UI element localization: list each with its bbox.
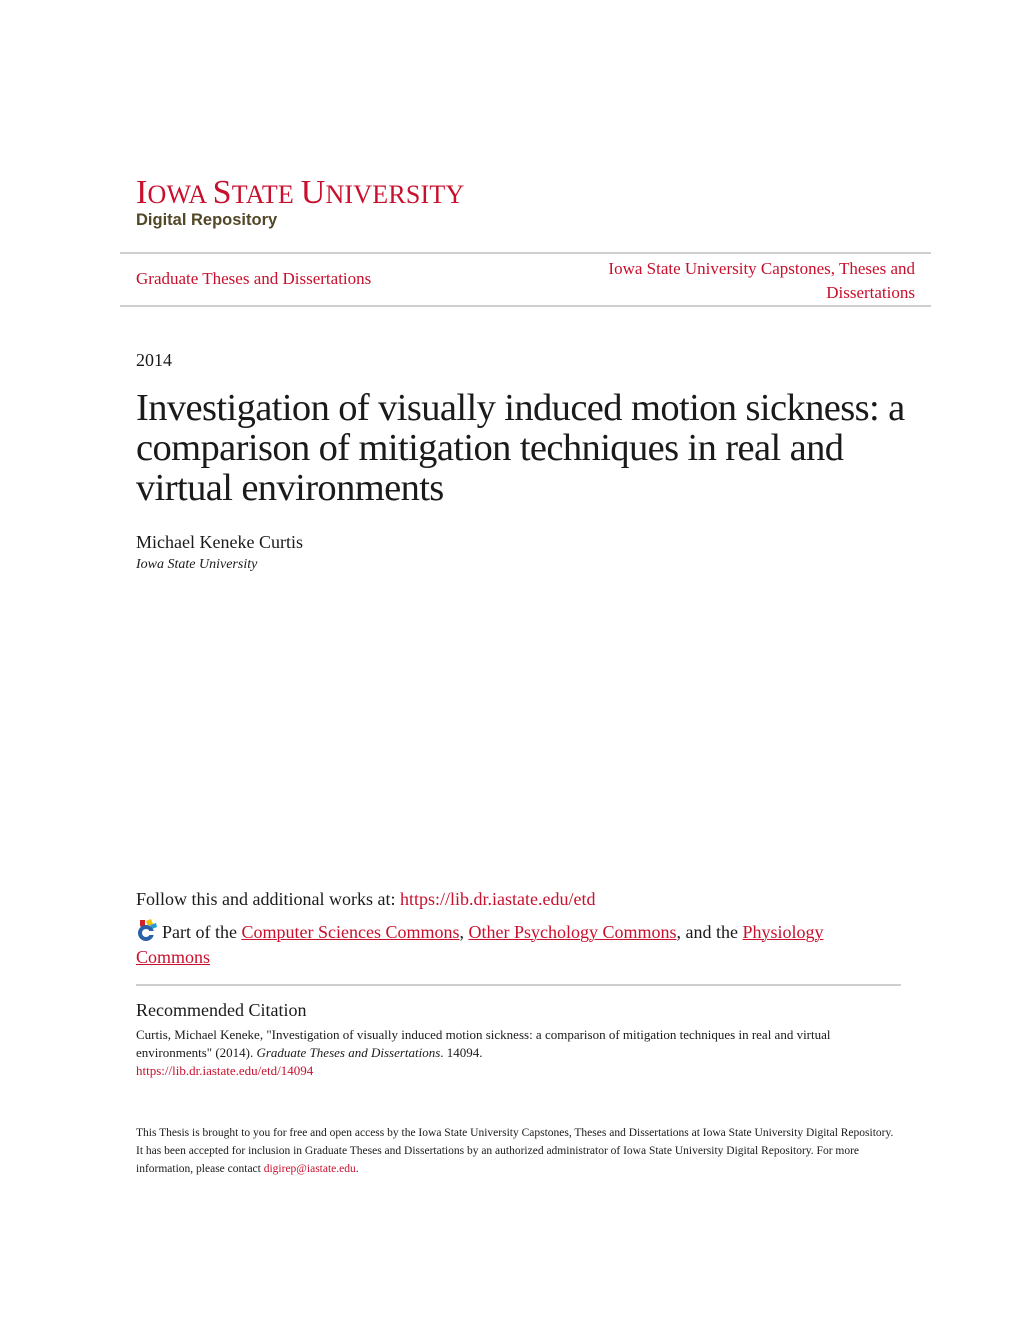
university-logo: IOWA STATE UNIVERSITY	[136, 176, 464, 210]
document-title: Investigation of visually induced motion…	[136, 388, 916, 508]
contact-email-link[interactable]: digirep@iastate.edu	[264, 1163, 356, 1175]
digital-repository-label: Digital Repository	[136, 211, 278, 229]
citation-url-link[interactable]: https://lib.dr.iastate.edu/etd/14094	[136, 1063, 313, 1078]
recommended-citation-heading: Recommended Citation	[136, 1000, 307, 1020]
footer-text-2: .	[355, 1163, 359, 1175]
logo-initial-u: U	[300, 174, 326, 211]
author-affiliation: Iowa State University	[136, 557, 258, 572]
publication-year: 2014	[136, 350, 172, 370]
series-link-capstones[interactable]: Iowa State University Capstones, Theses …	[608, 257, 915, 305]
footer-text-1: This Thesis is brought to you for free a…	[136, 1127, 894, 1175]
computer-sciences-commons-link[interactable]: Computer Sciences Commons	[241, 922, 459, 942]
series-right-line2: Dissertations	[826, 283, 915, 302]
recommended-citation-text: Curtis, Michael Keneke, "Investigation o…	[136, 1026, 896, 1080]
bepress-commons-network-icon	[136, 919, 158, 941]
follow-url-link[interactable]: https://lib.dr.iastate.edu/etd	[400, 889, 595, 909]
part-of-prefix: Part of the	[162, 922, 242, 942]
follow-prefix: Follow this and additional works at:	[136, 889, 400, 909]
title-line-3: virtual environments	[136, 467, 444, 509]
logo-text-niversity: NIVERSITY	[325, 180, 465, 209]
series-link-graduate-theses[interactable]: Graduate Theses and Dissertations	[136, 269, 371, 289]
part-of-line: Part of the Computer Sciences Commons, O…	[136, 919, 866, 970]
access-statement: This Thesis is brought to you for free a…	[136, 1124, 896, 1178]
citation-series: Graduate Theses and Dissertations	[256, 1045, 441, 1060]
header-divider-bottom	[120, 305, 931, 307]
author-name: Michael Keneke Curtis	[136, 532, 303, 552]
other-psychology-commons-link[interactable]: Other Psychology Commons	[468, 922, 676, 942]
citation-text-1: Curtis, Michael Keneke, "Investigation o…	[136, 1027, 831, 1060]
citation-divider	[136, 984, 901, 986]
title-line-2: comparison of mitigation techniques in r…	[136, 427, 844, 469]
logo-initial-s: S	[212, 174, 232, 211]
header-divider-top	[120, 252, 931, 254]
separator-2: , and the	[676, 922, 743, 942]
logo-text-tate: TATE	[231, 180, 301, 209]
title-line-1: Investigation of visually induced motion…	[136, 387, 905, 429]
logo-text-owa: OWA	[147, 180, 213, 209]
logo-initial-i: I	[136, 174, 148, 211]
follow-line: Follow this and additional works at: htt…	[136, 889, 595, 910]
citation-text-2: . 14094.	[440, 1045, 483, 1060]
series-right-line1: Iowa State University Capstones, Theses …	[608, 259, 915, 278]
